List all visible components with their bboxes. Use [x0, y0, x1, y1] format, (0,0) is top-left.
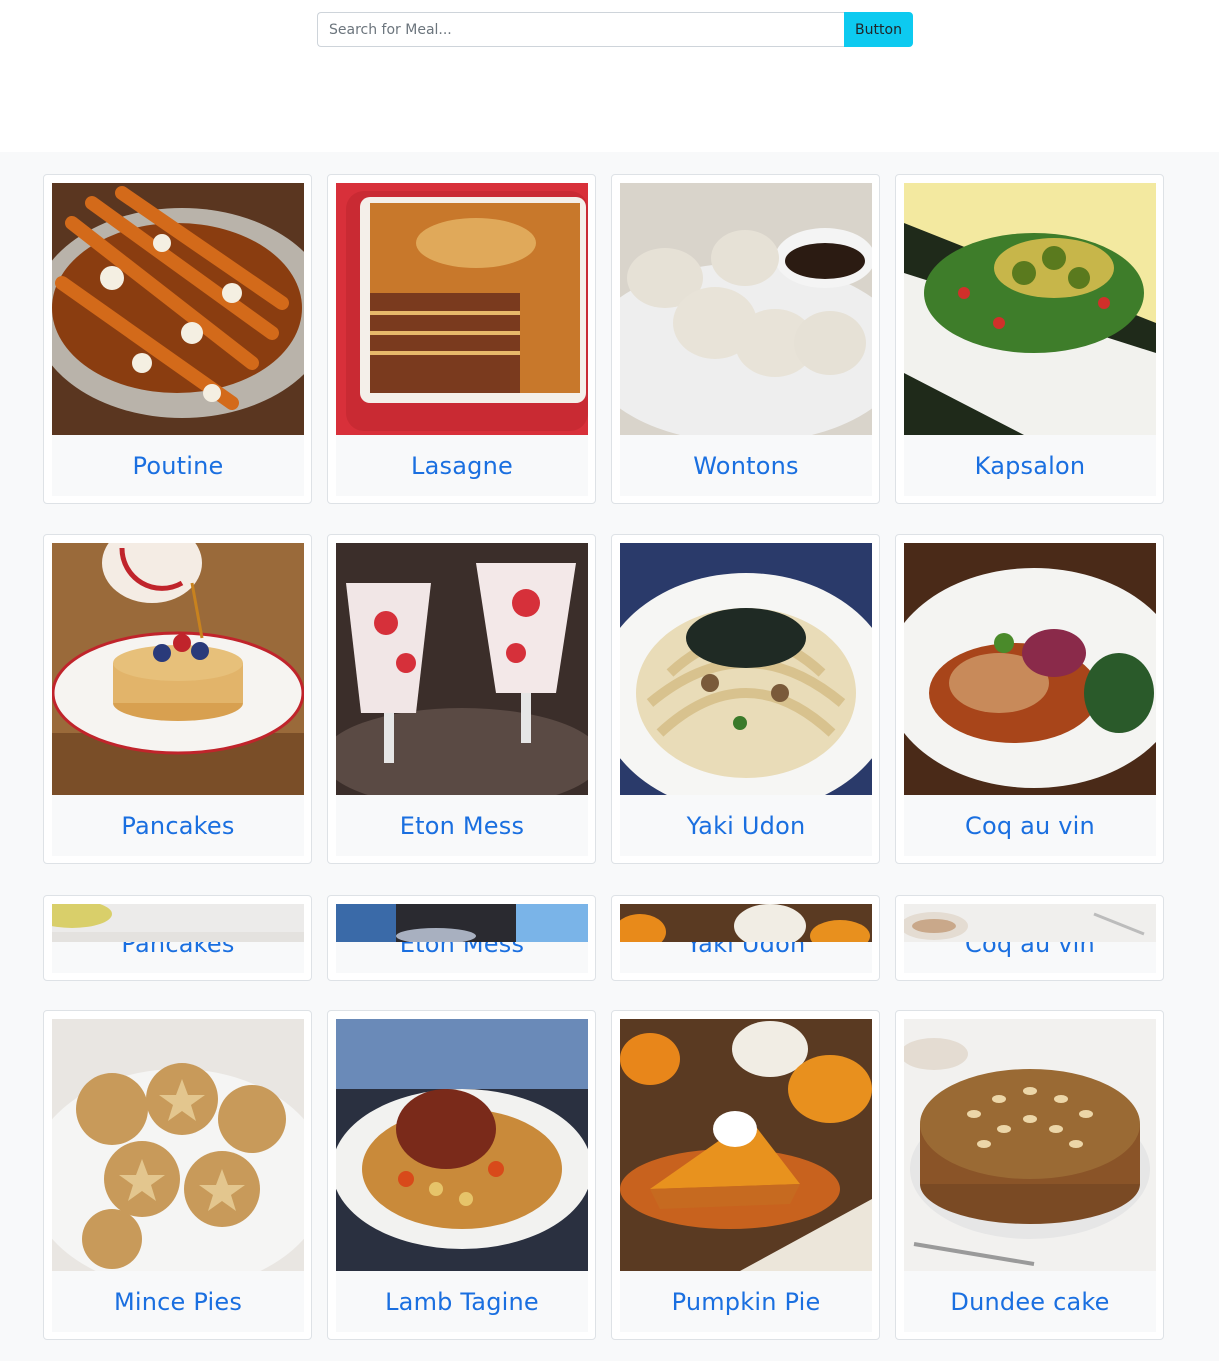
- meal-image-kapsalon[interactable]: [904, 183, 1156, 435]
- meal-image-yaki-udon[interactable]: [620, 543, 872, 795]
- meal-title[interactable]: Coq au vin: [965, 942, 1095, 958]
- meal-title-box: Yaki Udon: [620, 795, 872, 856]
- meal-image-lasagne[interactable]: [336, 183, 588, 435]
- meal-card-dundee-cake[interactable]: Dundee cake: [895, 1010, 1164, 1340]
- meal-title-box: Wontons: [620, 435, 872, 496]
- meal-title[interactable]: Lamb Tagine: [385, 1288, 539, 1316]
- meal-title-box: Lasagne: [336, 435, 588, 496]
- meal-image-partial[interactable]: [52, 904, 304, 942]
- meal-card-lasagne[interactable]: Lasagne: [327, 174, 596, 504]
- meal-card-poutine[interactable]: Poutine: [43, 174, 312, 504]
- meal-image-pumpkin-pie[interactable]: [620, 1019, 872, 1271]
- meal-title-box: Kapsalon: [904, 435, 1156, 496]
- meal-image-lamb-tagine[interactable]: [336, 1019, 588, 1271]
- meal-title-box: Yaki Udon: [620, 942, 872, 973]
- meal-title[interactable]: Lasagne: [411, 452, 513, 480]
- meal-title-box: Pancakes: [52, 942, 304, 973]
- meal-image-poutine[interactable]: [52, 183, 304, 435]
- meal-image-dundee-cake[interactable]: [904, 1019, 1156, 1271]
- meal-title[interactable]: Pumpkin Pie: [672, 1288, 821, 1316]
- meal-title[interactable]: Poutine: [133, 452, 224, 480]
- meal-title[interactable]: Mince Pies: [114, 1288, 242, 1316]
- meal-image-partial[interactable]: [620, 904, 872, 942]
- meal-grid: Poutine Lasagne Wontons Kapsalon Pancake…: [0, 152, 1219, 1361]
- meal-title[interactable]: Eton Mess: [400, 942, 524, 958]
- meal-title-box: Eton Mess: [336, 795, 588, 856]
- meal-card-mince-pies[interactable]: Mince Pies: [43, 1010, 312, 1340]
- meal-card-lamb-tagine[interactable]: Lamb Tagine: [327, 1010, 596, 1340]
- meal-title[interactable]: Kapsalon: [975, 452, 1086, 480]
- meal-card-wontons[interactable]: Wontons: [611, 174, 880, 504]
- search-input[interactable]: [317, 12, 844, 47]
- meal-card-stub[interactable]: Eton Mess: [327, 895, 596, 981]
- meal-title-box: Mince Pies: [52, 1271, 304, 1332]
- meal-card-coq-au-vin[interactable]: Coq au vin: [895, 534, 1164, 864]
- meal-title[interactable]: Dundee cake: [950, 1288, 1109, 1316]
- meal-title-box: Pumpkin Pie: [620, 1271, 872, 1332]
- meal-card-stub[interactable]: Yaki Udon: [611, 895, 880, 981]
- meal-title[interactable]: Yaki Udon: [687, 942, 806, 958]
- meal-card-eton-mess[interactable]: Eton Mess: [327, 534, 596, 864]
- meal-image-pancakes[interactable]: [52, 543, 304, 795]
- meal-title[interactable]: Wontons: [693, 452, 798, 480]
- meal-card-pumpkin-pie[interactable]: Pumpkin Pie: [611, 1010, 880, 1340]
- meal-image-eton-mess[interactable]: [336, 543, 588, 795]
- meal-image-mince-pies[interactable]: [52, 1019, 304, 1271]
- meal-image-partial[interactable]: [336, 904, 588, 942]
- meal-image-wontons[interactable]: [620, 183, 872, 435]
- meal-card-stub[interactable]: Coq au vin: [895, 895, 1164, 981]
- meal-card-yaki-udon[interactable]: Yaki Udon: [611, 534, 880, 864]
- meal-title-box: Eton Mess: [336, 942, 588, 973]
- meal-image-partial[interactable]: [904, 904, 1156, 942]
- meal-title-box: Dundee cake: [904, 1271, 1156, 1332]
- meal-card-stub[interactable]: Pancakes: [43, 895, 312, 981]
- meal-card-pancakes[interactable]: Pancakes: [43, 534, 312, 864]
- meal-title-box: Coq au vin: [904, 942, 1156, 973]
- search-button[interactable]: Button: [844, 12, 913, 47]
- meal-title[interactable]: Pancakes: [121, 942, 234, 958]
- meal-title[interactable]: Pancakes: [121, 812, 234, 840]
- meal-title-box: Pancakes: [52, 795, 304, 856]
- meal-image-coq-au-vin[interactable]: [904, 543, 1156, 795]
- meal-title-box: Coq au vin: [904, 795, 1156, 856]
- meal-card-kapsalon[interactable]: Kapsalon: [895, 174, 1164, 504]
- meal-title-box: Lamb Tagine: [336, 1271, 588, 1332]
- meal-title[interactable]: Eton Mess: [400, 812, 524, 840]
- meal-title-box: Poutine: [52, 435, 304, 496]
- search-bar: Button: [317, 12, 913, 47]
- meal-title[interactable]: Yaki Udon: [687, 812, 806, 840]
- meal-title[interactable]: Coq au vin: [965, 812, 1095, 840]
